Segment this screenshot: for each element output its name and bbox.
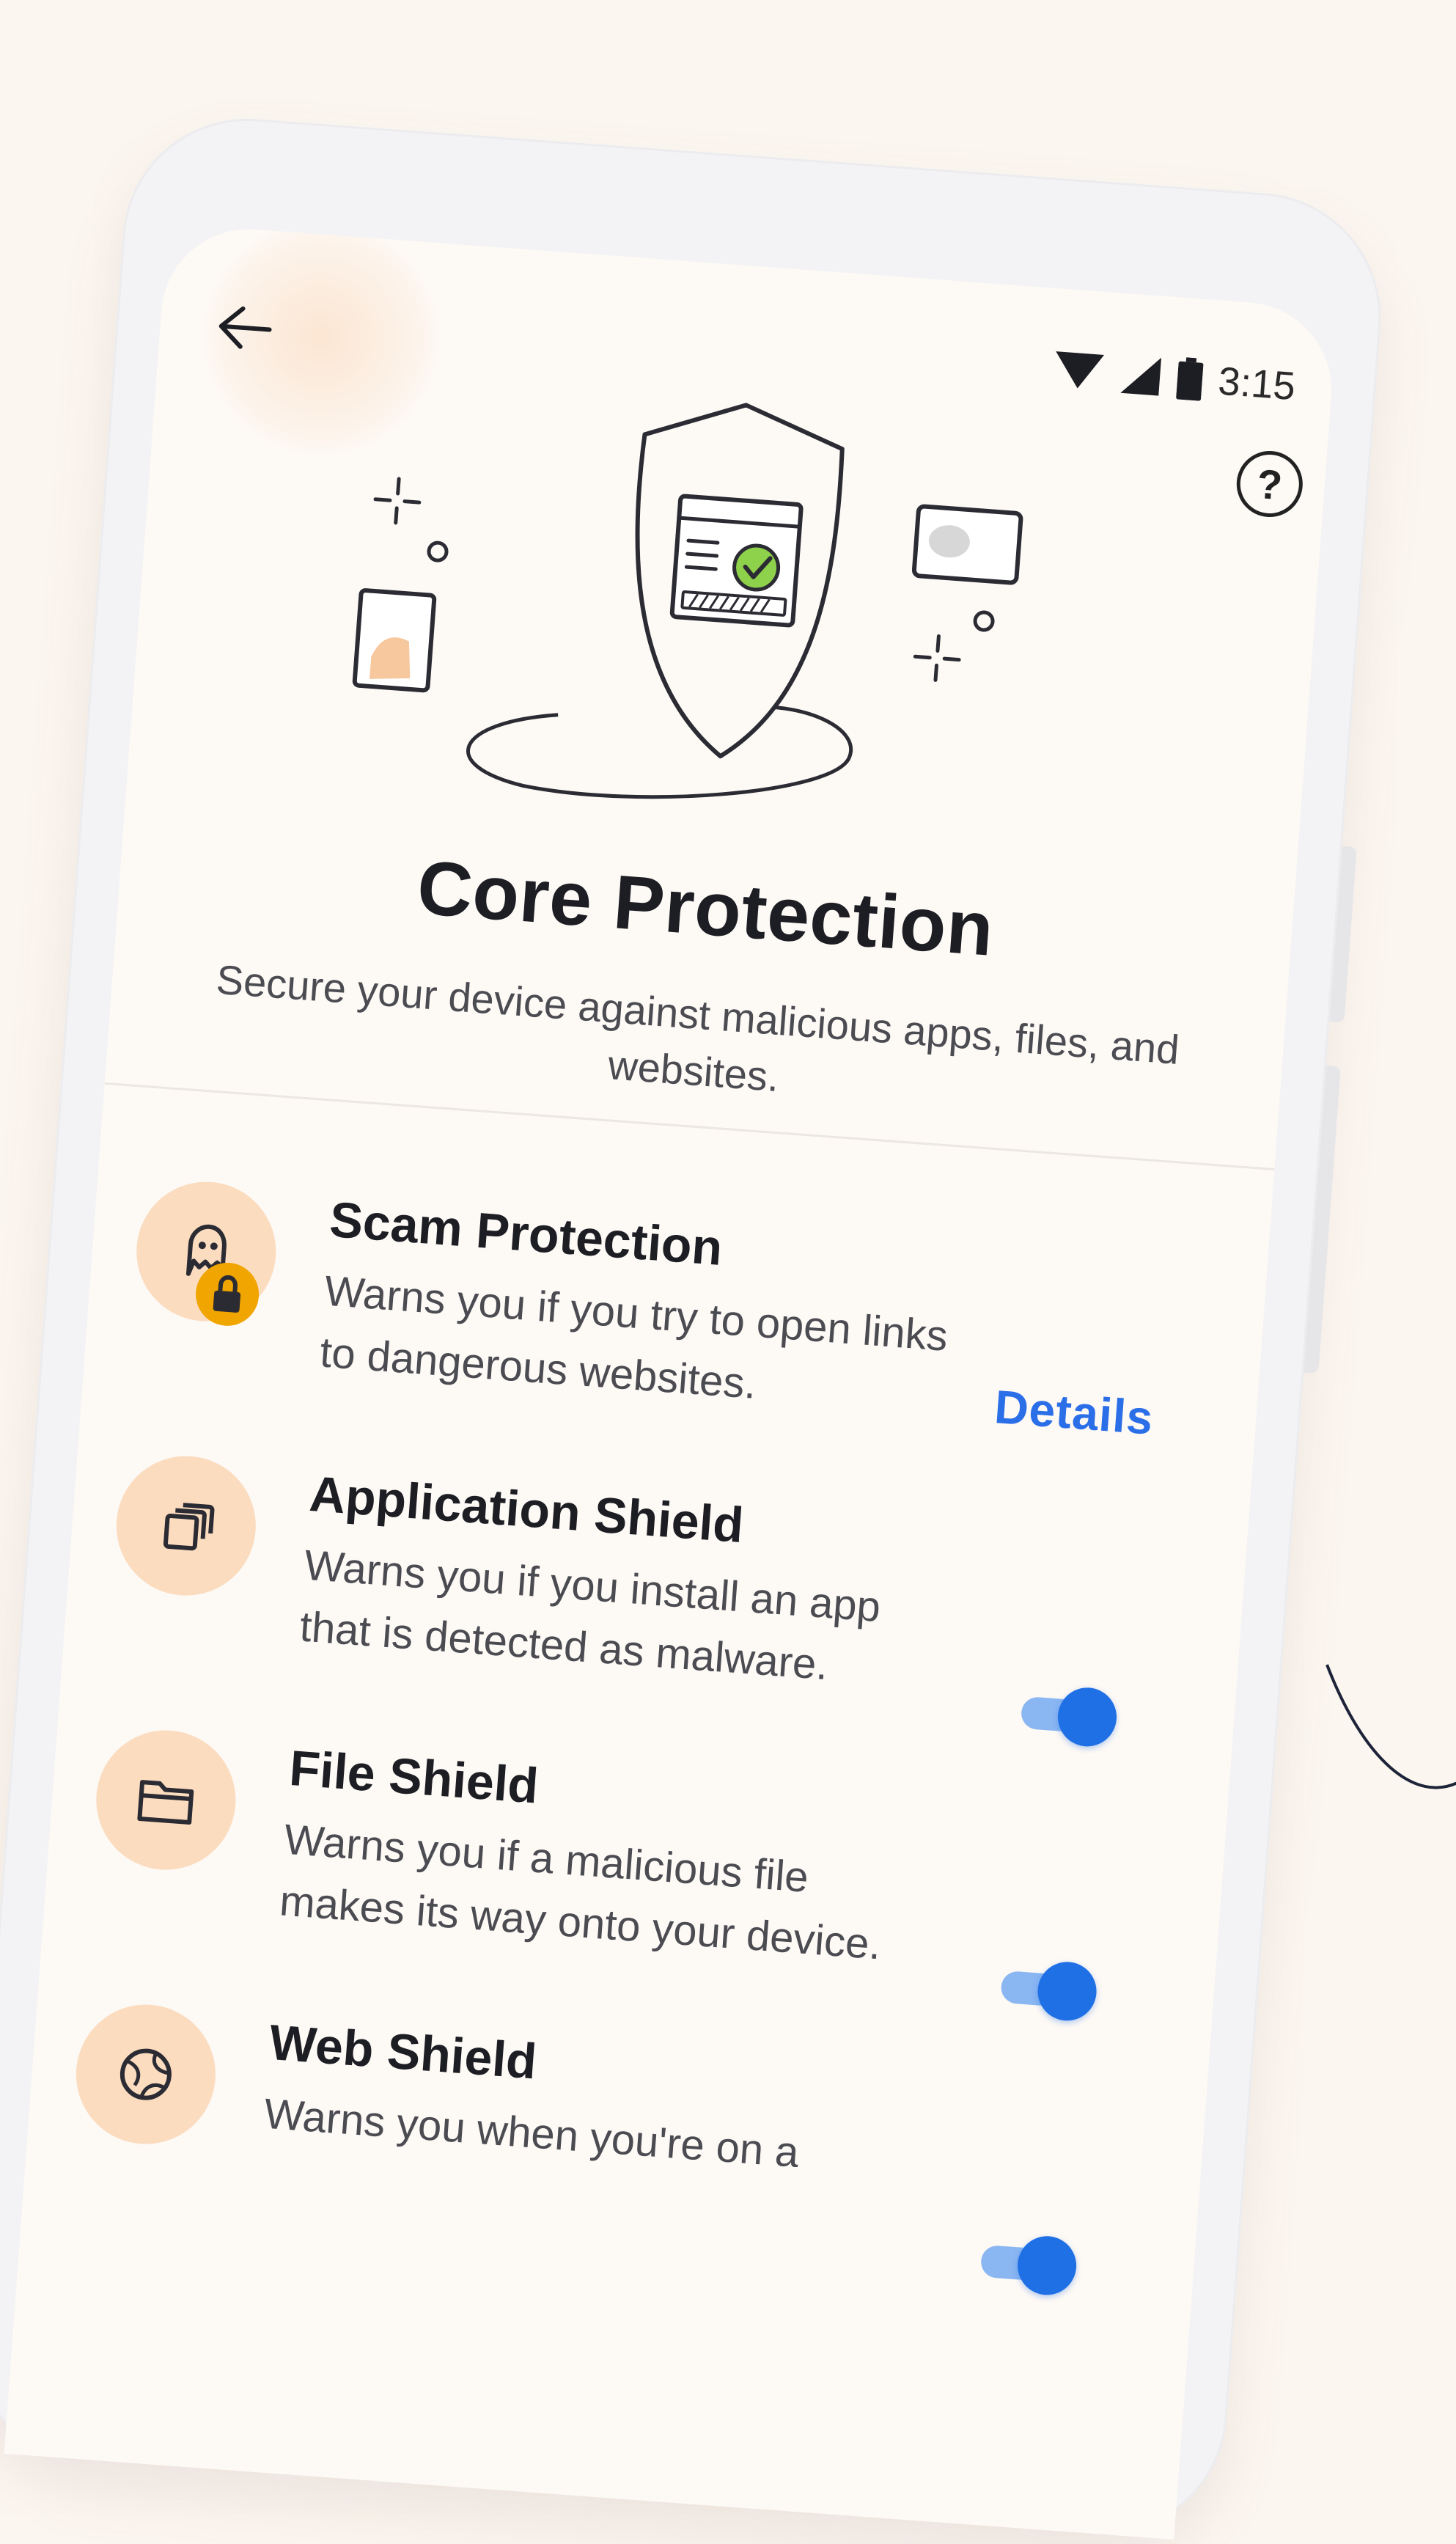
toggle-knob [1015, 2234, 1078, 2298]
battery-icon [1176, 357, 1204, 401]
lock-icon [213, 1275, 241, 1313]
application-shield-toggle[interactable] [1019, 1683, 1119, 1749]
web-shield-toggle[interactable] [979, 2232, 1078, 2298]
feature-icon-circle [71, 1999, 221, 2149]
help-button[interactable]: ? [1234, 448, 1305, 520]
toggle-knob [1056, 1685, 1119, 1749]
file-shield-toggle[interactable] [999, 1957, 1099, 2023]
status-time: 3:15 [1216, 359, 1297, 409]
question-circle-icon: ? [1255, 460, 1284, 508]
feature-description: Warns you if a malicious file makes its … [278, 1815, 883, 1969]
feature-description: Warns you when you're on a [262, 2089, 801, 2177]
feature-icon-circle [111, 1451, 261, 1601]
app-stack-icon [163, 1503, 215, 1551]
folder-icon [137, 1780, 194, 1825]
shield-with-checkmark-illustration [352, 403, 1023, 799]
feature-title: Scam Protection [328, 1191, 724, 1277]
feature-description: Warns you if you try to open links to da… [318, 1266, 949, 1409]
signal-icon [1120, 357, 1161, 396]
toggle-knob [1035, 1960, 1099, 2023]
feature-icon-circle [91, 1725, 241, 1875]
details-link[interactable]: Details [993, 1379, 1155, 1445]
globe-icon [120, 2048, 172, 2100]
feature-list: Scam Protection Warns you if you try to … [18, 1174, 1268, 2357]
status-bar: 3:15 [1051, 347, 1297, 408]
back-button[interactable] [209, 293, 279, 363]
feature-description: Warns you if you install an app that is … [298, 1541, 883, 1690]
phone-frame: 3:15 ? Core Protection Secure your devic… [0, 110, 1390, 2543]
wifi-icon [1056, 351, 1104, 389]
app-screen: 3:15 ? Core Protection Secure your devic… [4, 222, 1338, 2540]
arrow-left-icon [218, 306, 272, 349]
